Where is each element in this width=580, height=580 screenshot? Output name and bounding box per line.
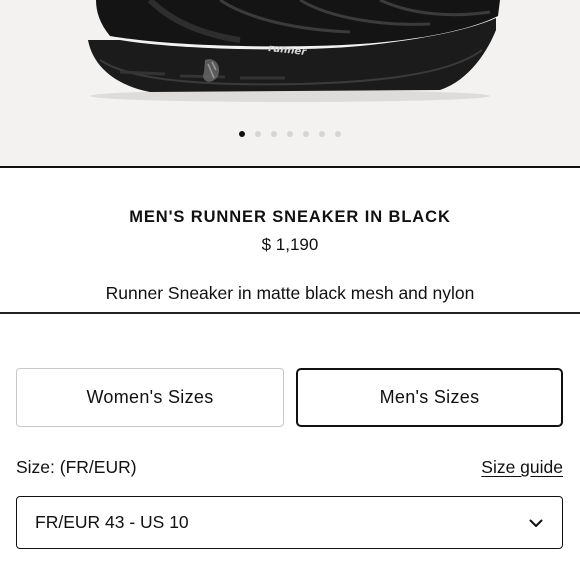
gallery-pagination [0, 131, 580, 137]
gallery-dot-1[interactable] [239, 131, 245, 137]
product-price: $ 1,190 [261, 235, 319, 254]
gallery-dot-6[interactable] [319, 131, 325, 137]
sneaker-image: runner [88, 0, 500, 102]
size-label: Size: (FR/EUR) [16, 457, 137, 477]
product-description: Runner Sneaker in matte black mesh and n… [105, 283, 475, 303]
product-title: MEN'S RUNNER SNEAKER IN BLACK [129, 208, 451, 226]
divider [0, 312, 580, 314]
chevron-down-icon [529, 519, 543, 527]
product-image-gallery[interactable]: runner [0, 0, 580, 166]
gallery-dot-7[interactable] [335, 131, 341, 137]
gallery-dot-2[interactable] [255, 131, 261, 137]
mens-sizes-button[interactable]: Men's Sizes [296, 368, 563, 427]
selected-size-value: FR/EUR 43 - US 10 [35, 512, 189, 532]
divider [0, 166, 580, 168]
womens-sizes-button[interactable]: Women's Sizes [16, 368, 284, 427]
gallery-dot-4[interactable] [287, 131, 293, 137]
gallery-dot-5[interactable] [303, 131, 309, 137]
size-select[interactable]: FR/EUR 43 - US 10 [16, 496, 563, 549]
gallery-dot-3[interactable] [271, 131, 277, 137]
size-guide-link[interactable]: Size guide [481, 457, 563, 478]
